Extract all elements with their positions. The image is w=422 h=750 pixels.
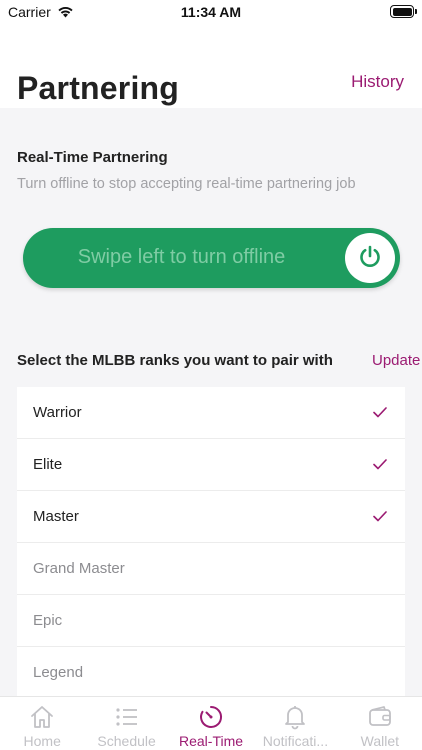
rank-list: Warrior Elite Master Grand Master Epic L…	[17, 387, 405, 699]
bell-icon	[282, 704, 308, 730]
tab-home[interactable]: Home	[0, 697, 84, 750]
page-title: Partnering	[17, 70, 180, 106]
list-icon	[114, 704, 140, 730]
update-link[interactable]: Update	[372, 352, 420, 369]
rank-label: Grand Master	[33, 560, 125, 577]
realtime-section-title: Real-Time Partnering	[17, 149, 168, 166]
status-bar: Carrier 11:34 AM	[0, 0, 422, 26]
rank-item-warrior[interactable]: Warrior	[17, 387, 405, 439]
swipe-label: Swipe left to turn offline	[77, 246, 286, 268]
online-swipe-toggle[interactable]: Swipe left to turn offline	[23, 228, 400, 288]
checkmark-icon	[373, 405, 387, 423]
tab-notifications[interactable]: Notificati...	[253, 697, 337, 750]
timer-icon	[198, 704, 224, 730]
realtime-section-subtitle: Turn offline to stop accepting real-time…	[17, 176, 356, 192]
checkmark-icon	[373, 509, 387, 527]
rank-item-epic[interactable]: Epic	[17, 595, 405, 647]
rank-label: Epic	[33, 612, 63, 629]
header: Partnering History	[0, 26, 422, 108]
clock-label: 11:34 AM	[180, 4, 242, 20]
rank-item-elite[interactable]: Elite	[17, 439, 405, 491]
rank-label: Legend	[33, 664, 84, 681]
wallet-icon	[367, 704, 393, 730]
rank-item-master[interactable]: Master	[17, 491, 405, 543]
ranks-section-title: Select the MLBB ranks you want to pair w…	[17, 352, 333, 369]
rank-label: Master	[33, 508, 79, 525]
rank-item-grand-master[interactable]: Grand Master	[17, 543, 405, 595]
rank-label: Warrior	[33, 404, 82, 421]
tab-real-time[interactable]: Real-Time	[169, 697, 253, 750]
tab-wallet[interactable]: Wallet	[338, 697, 422, 750]
power-icon	[357, 243, 383, 274]
tab-schedule[interactable]: Schedule	[84, 697, 168, 750]
checkmark-icon	[373, 457, 387, 475]
power-knob[interactable]	[345, 233, 395, 283]
home-icon	[29, 704, 55, 730]
tab-label: Schedule	[97, 733, 156, 749]
history-link[interactable]: History	[351, 72, 404, 92]
rank-label: Elite	[33, 456, 63, 473]
rank-item-legend[interactable]: Legend	[17, 647, 405, 699]
tab-bar: Home Schedule Real-Time Notificati... Wa…	[0, 696, 422, 750]
tab-label: Wallet	[360, 733, 400, 749]
battery-icon	[390, 5, 417, 18]
tab-label: Home	[23, 733, 61, 749]
tab-label: Real-Time	[178, 733, 244, 749]
tab-label: Notificati...	[262, 733, 329, 749]
